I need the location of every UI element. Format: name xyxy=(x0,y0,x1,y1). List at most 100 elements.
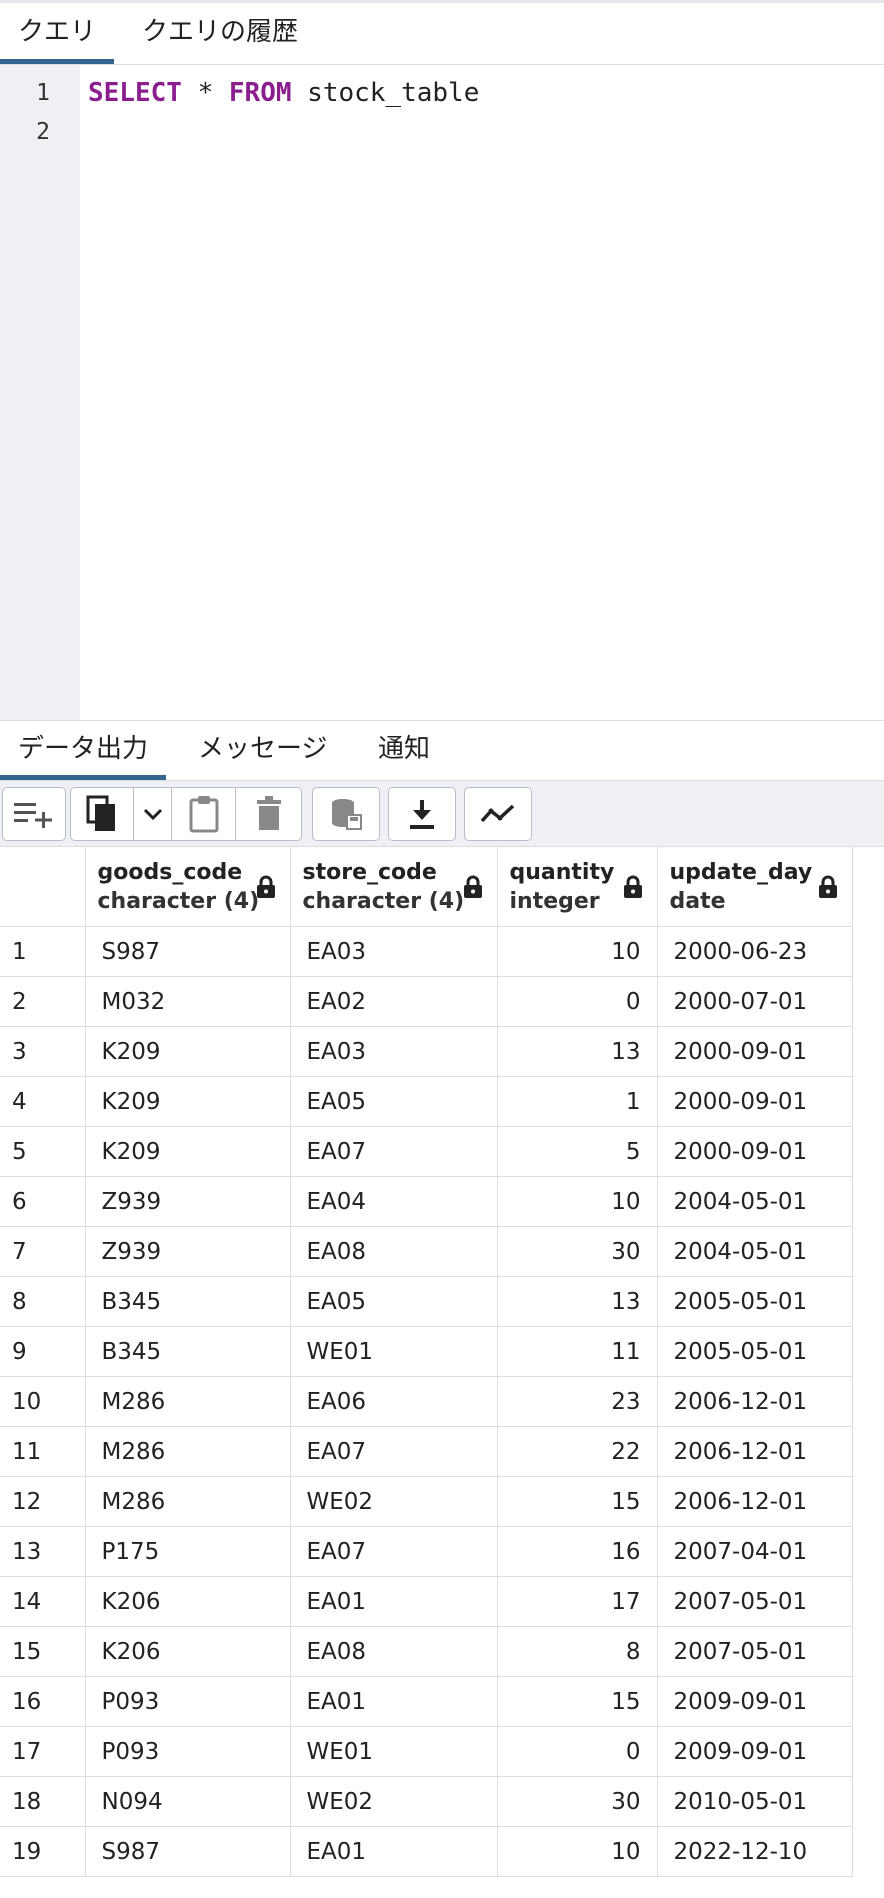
table-row[interactable]: 10 M286 EA06 23 2006-12-01 xyxy=(0,1376,853,1427)
table-row[interactable]: 1 S987 EA03 10 2000-06-23 xyxy=(0,926,853,977)
table-row[interactable]: 7 Z939 EA08 30 2004-05-01 xyxy=(0,1226,853,1277)
cell-goods-code[interactable]: P175 xyxy=(85,1526,291,1577)
row-number[interactable]: 18 xyxy=(0,1776,86,1827)
cell-quantity[interactable]: 11 xyxy=(497,1326,658,1377)
cell-store-code[interactable]: EA06 xyxy=(290,1376,498,1427)
cell-goods-code[interactable]: Z939 xyxy=(85,1176,291,1227)
delete-button[interactable] xyxy=(236,787,302,841)
cell-quantity[interactable]: 10 xyxy=(497,1176,658,1227)
table-row[interactable]: 6 Z939 EA04 10 2004-05-01 xyxy=(0,1176,853,1227)
row-number[interactable]: 11 xyxy=(0,1426,86,1477)
cell-update-day[interactable]: 2004-05-01 xyxy=(657,1176,853,1227)
sql-editor[interactable]: 1 2 SELECT * FROM stock_table xyxy=(0,65,884,721)
cell-quantity[interactable]: 13 xyxy=(497,1026,658,1077)
cell-update-day[interactable]: 2007-05-01 xyxy=(657,1626,853,1677)
cell-goods-code[interactable]: Z939 xyxy=(85,1226,291,1277)
cell-quantity[interactable]: 16 xyxy=(497,1526,658,1577)
cell-goods-code[interactable]: P093 xyxy=(85,1726,291,1777)
cell-update-day[interactable]: 2005-05-01 xyxy=(657,1326,853,1377)
row-number-header[interactable] xyxy=(0,847,86,927)
cell-update-day[interactable]: 2022-12-10 xyxy=(657,1826,853,1877)
copy-options-dropdown[interactable] xyxy=(134,787,172,841)
row-number[interactable]: 1 xyxy=(0,926,86,977)
cell-update-day[interactable]: 2000-07-01 xyxy=(657,976,853,1027)
table-row[interactable]: 16 P093 EA01 15 2009-09-01 xyxy=(0,1676,853,1727)
cell-update-day[interactable]: 2000-09-01 xyxy=(657,1026,853,1077)
cell-goods-code[interactable]: S987 xyxy=(85,926,291,977)
table-row[interactable]: 3 K209 EA03 13 2000-09-01 xyxy=(0,1026,853,1077)
cell-update-day[interactable]: 2009-09-01 xyxy=(657,1676,853,1727)
cell-store-code[interactable]: EA05 xyxy=(290,1276,498,1327)
table-row[interactable]: 4 K209 EA05 1 2000-09-01 xyxy=(0,1076,853,1127)
cell-store-code[interactable]: WE02 xyxy=(290,1476,498,1527)
row-number[interactable]: 4 xyxy=(0,1076,86,1127)
cell-quantity[interactable]: 13 xyxy=(497,1276,658,1327)
row-number[interactable]: 10 xyxy=(0,1376,86,1427)
cell-store-code[interactable]: WE01 xyxy=(290,1726,498,1777)
cell-quantity[interactable]: 5 xyxy=(497,1126,658,1177)
cell-store-code[interactable]: EA08 xyxy=(290,1226,498,1277)
row-number[interactable]: 7 xyxy=(0,1226,86,1277)
cell-store-code[interactable]: EA01 xyxy=(290,1576,498,1627)
cell-update-day[interactable]: 2005-05-01 xyxy=(657,1276,853,1327)
table-row[interactable]: 13 P175 EA07 16 2007-04-01 xyxy=(0,1526,853,1577)
row-number[interactable]: 13 xyxy=(0,1526,86,1577)
save-data-button[interactable] xyxy=(312,787,380,841)
tab-query[interactable]: クエリ xyxy=(0,3,115,64)
cell-update-day[interactable]: 2000-06-23 xyxy=(657,926,853,977)
table-row[interactable]: 2 M032 EA02 0 2000-07-01 xyxy=(0,976,853,1027)
cell-store-code[interactable]: EA02 xyxy=(290,976,498,1027)
row-number[interactable]: 15 xyxy=(0,1626,86,1677)
cell-goods-code[interactable]: B345 xyxy=(85,1326,291,1377)
cell-goods-code[interactable]: M032 xyxy=(85,976,291,1027)
cell-store-code[interactable]: WE02 xyxy=(290,1776,498,1827)
cell-quantity[interactable]: 0 xyxy=(497,1726,658,1777)
cell-store-code[interactable]: EA07 xyxy=(290,1526,498,1577)
table-row[interactable]: 5 K209 EA07 5 2000-09-01 xyxy=(0,1126,853,1177)
copy-button[interactable] xyxy=(70,787,134,841)
cell-update-day[interactable]: 2006-12-01 xyxy=(657,1376,853,1427)
cell-store-code[interactable]: EA03 xyxy=(290,926,498,977)
cell-quantity[interactable]: 22 xyxy=(497,1426,658,1477)
cell-update-day[interactable]: 2006-12-01 xyxy=(657,1476,853,1527)
cell-update-day[interactable]: 2009-09-01 xyxy=(657,1726,853,1777)
column-header-update-day[interactable]: update_day date xyxy=(657,847,853,927)
cell-update-day[interactable]: 2010-05-01 xyxy=(657,1776,853,1827)
code-line[interactable]: SELECT * FROM stock_table xyxy=(88,78,479,108)
column-header-store-code[interactable]: store_code character (4) xyxy=(290,847,498,927)
table-row[interactable]: 19 S987 EA01 10 2022-12-10 xyxy=(0,1826,853,1877)
table-row[interactable]: 15 K206 EA08 8 2007-05-01 xyxy=(0,1626,853,1677)
table-row[interactable]: 9 B345 WE01 11 2005-05-01 xyxy=(0,1326,853,1377)
cell-store-code[interactable]: EA08 xyxy=(290,1626,498,1677)
cell-store-code[interactable]: EA01 xyxy=(290,1676,498,1727)
table-row[interactable]: 17 P093 WE01 0 2009-09-01 xyxy=(0,1726,853,1777)
paste-button[interactable] xyxy=(172,787,236,841)
cell-store-code[interactable]: EA04 xyxy=(290,1176,498,1227)
cell-quantity[interactable]: 30 xyxy=(497,1776,658,1827)
table-row[interactable]: 12 M286 WE02 15 2006-12-01 xyxy=(0,1476,853,1527)
cell-store-code[interactable]: EA05 xyxy=(290,1076,498,1127)
cell-quantity[interactable]: 10 xyxy=(497,1826,658,1877)
cell-goods-code[interactable]: S987 xyxy=(85,1826,291,1877)
cell-goods-code[interactable]: N094 xyxy=(85,1776,291,1827)
cell-update-day[interactable]: 2004-05-01 xyxy=(657,1226,853,1277)
cell-goods-code[interactable]: K209 xyxy=(85,1126,291,1177)
cell-quantity[interactable]: 23 xyxy=(497,1376,658,1427)
cell-quantity[interactable]: 0 xyxy=(497,976,658,1027)
table-row[interactable]: 18 N094 WE02 30 2010-05-01 xyxy=(0,1776,853,1827)
cell-update-day[interactable]: 2000-09-01 xyxy=(657,1126,853,1177)
cell-quantity[interactable]: 30 xyxy=(497,1226,658,1277)
cell-goods-code[interactable]: K209 xyxy=(85,1076,291,1127)
row-number[interactable]: 19 xyxy=(0,1826,86,1877)
row-number[interactable]: 2 xyxy=(0,976,86,1027)
cell-quantity[interactable]: 8 xyxy=(497,1626,658,1677)
column-header-goods-code[interactable]: goods_code character (4) xyxy=(85,847,291,927)
cell-goods-code[interactable]: K206 xyxy=(85,1626,291,1677)
cell-quantity[interactable]: 10 xyxy=(497,926,658,977)
row-number[interactable]: 12 xyxy=(0,1476,86,1527)
cell-store-code[interactable]: WE01 xyxy=(290,1326,498,1377)
row-number[interactable]: 9 xyxy=(0,1326,86,1377)
cell-goods-code[interactable]: K206 xyxy=(85,1576,291,1627)
cell-quantity[interactable]: 15 xyxy=(497,1476,658,1527)
cell-update-day[interactable]: 2007-05-01 xyxy=(657,1576,853,1627)
